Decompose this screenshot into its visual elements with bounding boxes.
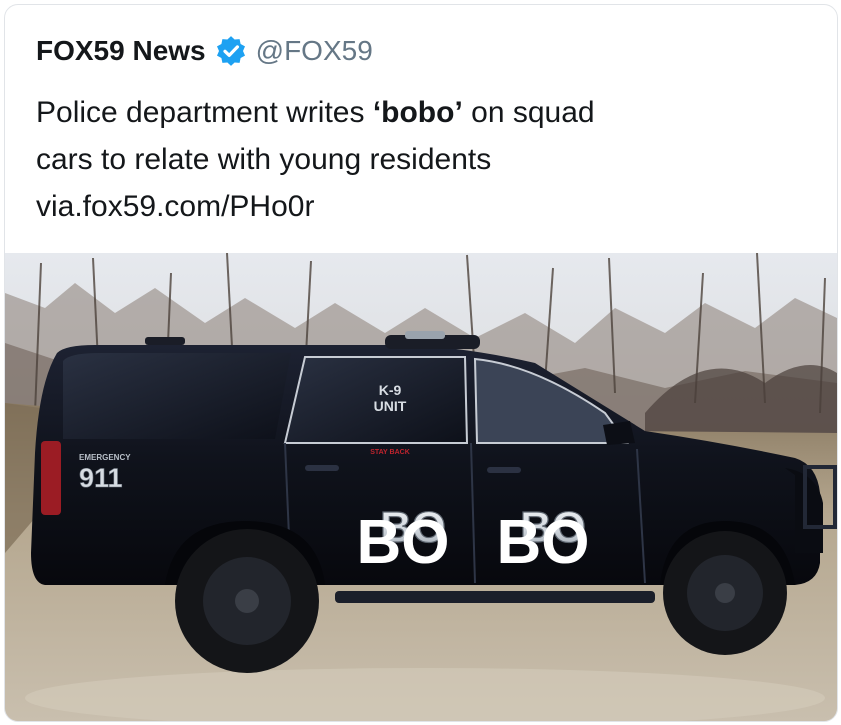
user-handle[interactable]: @FOX59 bbox=[256, 35, 373, 67]
k9-decal-line2: UNIT bbox=[374, 398, 407, 414]
tweet-card[interactable]: FOX59 News @FOX59 Police department writ… bbox=[4, 4, 838, 722]
tweet-photo[interactable]: K-9 UNIT STAY BACK EMERGENCY 911 BO BO B… bbox=[5, 253, 837, 721]
tweet-text-part: Police department writes bbox=[36, 96, 373, 129]
911-decal: 911 bbox=[79, 463, 123, 493]
tweet-text-line-1: Police department writes ‘bobo’ on squad bbox=[36, 89, 816, 136]
tweet-text-line-2: cars to relate with young residents bbox=[36, 143, 492, 176]
tweet-text: Police department writes ‘bobo’ on squad… bbox=[36, 89, 816, 230]
bobo-overlay-1: BO bbox=[357, 508, 450, 577]
display-name[interactable]: FOX59 News bbox=[36, 35, 206, 67]
tweet-link[interactable]: via.fox59.com/PHo0r bbox=[36, 183, 816, 230]
tweet-text-bold: ‘bobo’ bbox=[372, 96, 463, 129]
bobo-overlay-2: BO bbox=[497, 508, 590, 577]
emergency-decal: EMERGENCY bbox=[79, 453, 131, 462]
verified-badge-icon bbox=[216, 36, 246, 66]
tweet-text-part: on squad bbox=[462, 96, 595, 129]
tweet-header: FOX59 News @FOX59 bbox=[36, 35, 373, 67]
k9-decal-line1: K-9 bbox=[379, 382, 402, 398]
stay-back-decal: STAY BACK bbox=[370, 449, 410, 456]
